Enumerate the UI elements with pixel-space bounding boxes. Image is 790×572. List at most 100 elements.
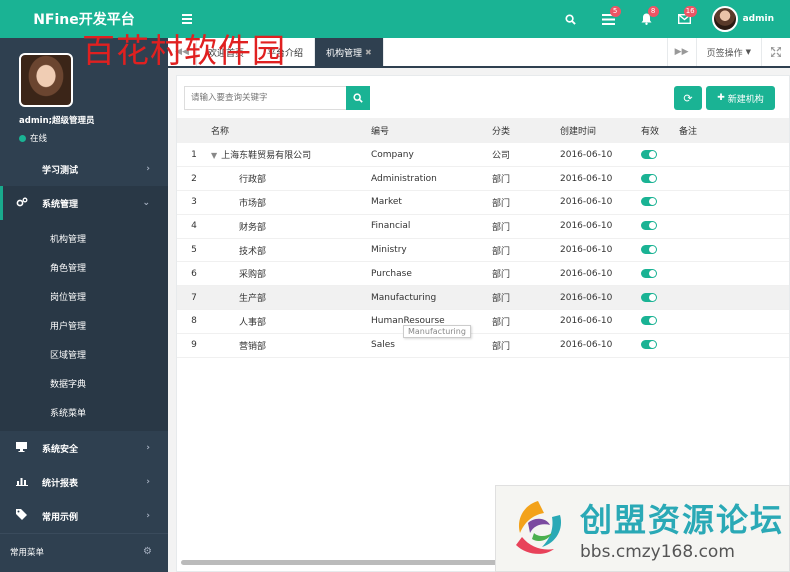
tasks-icon[interactable]: 5: [590, 0, 628, 38]
tree-expand-icon[interactable]: ▼: [211, 151, 217, 160]
forum-url: bbs.cmzy168.com: [580, 542, 735, 562]
gears-icon: [16, 197, 34, 210]
online-dot-icon: [19, 134, 26, 142]
profile-name[interactable]: admin;超级管理员: [19, 114, 95, 126]
sidebar-subitem-org[interactable]: 机构管理: [0, 224, 168, 253]
sidebar-subitem-menu[interactable]: 系统菜单: [0, 398, 168, 427]
tab-label: 机构管理: [326, 48, 363, 59]
search-button[interactable]: [346, 86, 370, 110]
sidebar-item-label: 系统管理: [42, 199, 79, 210]
search-input[interactable]: [184, 86, 346, 110]
header-created[interactable]: 创建时间: [560, 118, 641, 143]
row-index: 2: [191, 173, 197, 184]
status-text: 在线: [30, 134, 48, 144]
sidebar-subitem-post[interactable]: 岗位管理: [0, 282, 168, 311]
row-name-text: 采购部: [239, 270, 267, 281]
row-index: 3: [191, 197, 197, 208]
refresh-button[interactable]: ⟳: [674, 86, 702, 110]
forum-logo-icon: [516, 500, 562, 554]
tab-org-management[interactable]: 机构管理 ✖: [315, 38, 384, 66]
envelope-icon[interactable]: 16: [666, 0, 704, 38]
sidebar-item-label: 系统安全: [42, 444, 79, 455]
valid-toggle-icon[interactable]: [641, 340, 657, 350]
tag-icon: [16, 509, 34, 523]
chevron-right-icon: ›: [146, 511, 150, 521]
common-menu-header[interactable]: 常用菜单 ⚙: [0, 533, 168, 569]
table-row[interactable]: 1 ▼ 上海东鞋贸易有限公司 Company 公司 2016-06-10: [177, 143, 789, 167]
table-row[interactable]: 6 采购部 Purchase 部门 2016-06-10: [177, 262, 789, 286]
valid-toggle-icon[interactable]: [641, 173, 657, 183]
bell-icon[interactable]: 8: [628, 0, 666, 38]
tab-scroll-right-icon[interactable]: ▶▶: [666, 38, 696, 66]
row-created: 2016-06-10: [560, 316, 613, 327]
row-created: 2016-06-10: [560, 197, 613, 208]
table-row[interactable]: 3 市场部 Market 部门 2016-06-10: [177, 191, 789, 215]
watermark-text: 百花村软件园: [82, 31, 286, 70]
sidebar-item-learning-test[interactable]: 学习测试 ›: [0, 152, 168, 186]
header-valid[interactable]: 有效: [641, 118, 679, 143]
valid-toggle-icon[interactable]: [641, 316, 657, 326]
row-name: 营销部: [211, 333, 371, 357]
plus-icon: ✚: [717, 93, 725, 103]
header-name[interactable]: 名称: [211, 118, 371, 143]
table-row[interactable]: 7 生产部 Manufacturing 部门 2016-06-10: [177, 285, 789, 310]
sidebar-item-reports[interactable]: 统计报表 ›: [0, 465, 168, 499]
new-org-button[interactable]: ✚ 新建机构: [706, 86, 775, 110]
row-valid: [641, 238, 679, 262]
table-row[interactable]: 8 人事部 HumanResourse 部门 2016-06-10: [177, 310, 789, 334]
row-name: 技术部: [211, 238, 371, 262]
table-row[interactable]: 4 财务部 Financial 部门 2016-06-10: [177, 214, 789, 239]
row-code: Market: [371, 197, 402, 208]
table-row[interactable]: 9 营销部 Sales 部门 2016-06-10: [177, 333, 789, 358]
row-created: 2016-06-10: [560, 149, 613, 160]
row-valid: [641, 262, 679, 286]
close-icon[interactable]: ✖: [365, 48, 372, 57]
row-name-text: 生产部: [239, 294, 267, 305]
row-valid: [641, 143, 679, 167]
sidebar-item-system-management[interactable]: 系统管理 ⌄: [0, 186, 168, 220]
row-valid: [641, 286, 679, 310]
valid-toggle-icon[interactable]: [641, 292, 657, 302]
valid-toggle-icon[interactable]: [641, 268, 657, 278]
org-table: 名称 编号 分类 创建时间 有效 备注 1 ▼ 上海东鞋贸易有限公司 Company 公…: [177, 118, 789, 358]
valid-toggle-icon[interactable]: [641, 221, 657, 231]
row-name: 行政部: [211, 167, 371, 191]
row-remark: [679, 167, 789, 191]
row-name: 市场部: [211, 191, 371, 215]
gear-icon[interactable]: ⚙: [143, 546, 152, 557]
tab-operations-dropdown[interactable]: 页签操作 ▼: [695, 38, 761, 66]
horizontal-scrollbar[interactable]: [181, 560, 501, 565]
row-category: 公司: [492, 151, 511, 162]
valid-toggle-icon[interactable]: [641, 197, 657, 207]
chevron-right-icon: ›: [146, 443, 150, 453]
row-name-text: 财务部: [239, 222, 267, 233]
user-menu[interactable]: admin: [704, 0, 790, 38]
header-remark[interactable]: 备注: [679, 118, 789, 143]
header-category[interactable]: 分类: [492, 118, 560, 143]
row-name: 财务部: [211, 214, 371, 238]
sidebar-item-label: 学习测试: [42, 165, 79, 176]
table-row[interactable]: 5 技术部 Ministry 部门 2016-06-10: [177, 238, 789, 262]
row-index: 1: [191, 149, 197, 160]
profile-status: 在线: [19, 132, 47, 144]
row-index: 9: [191, 340, 197, 351]
row-index: 4: [191, 221, 197, 232]
valid-toggle-icon[interactable]: [641, 149, 657, 159]
row-code: Manufacturing: [371, 292, 437, 303]
sidebar-subitem-dictionary[interactable]: 数据字典: [0, 369, 168, 398]
sidebar-item-examples[interactable]: 常用示例 ›: [0, 499, 168, 533]
sidebar-subitem-user[interactable]: 用户管理: [0, 311, 168, 340]
table-row[interactable]: 2 行政部 Administration 部门 2016-06-10: [177, 167, 789, 191]
sidebar-subitem-area[interactable]: 区域管理: [0, 340, 168, 369]
row-name-text: 营销部: [239, 341, 267, 352]
row-index: 6: [191, 268, 197, 279]
sidebar-subitem-role[interactable]: 角色管理: [0, 253, 168, 282]
valid-toggle-icon[interactable]: [641, 245, 657, 255]
fullscreen-icon[interactable]: [761, 38, 790, 66]
row-valid: [641, 333, 679, 357]
bar-chart-icon: [16, 476, 34, 489]
search-icon: [353, 93, 363, 103]
header-code[interactable]: 编号: [371, 118, 492, 143]
sidebar-item-security[interactable]: 系统安全 ›: [0, 431, 168, 465]
search-icon[interactable]: [552, 0, 590, 38]
